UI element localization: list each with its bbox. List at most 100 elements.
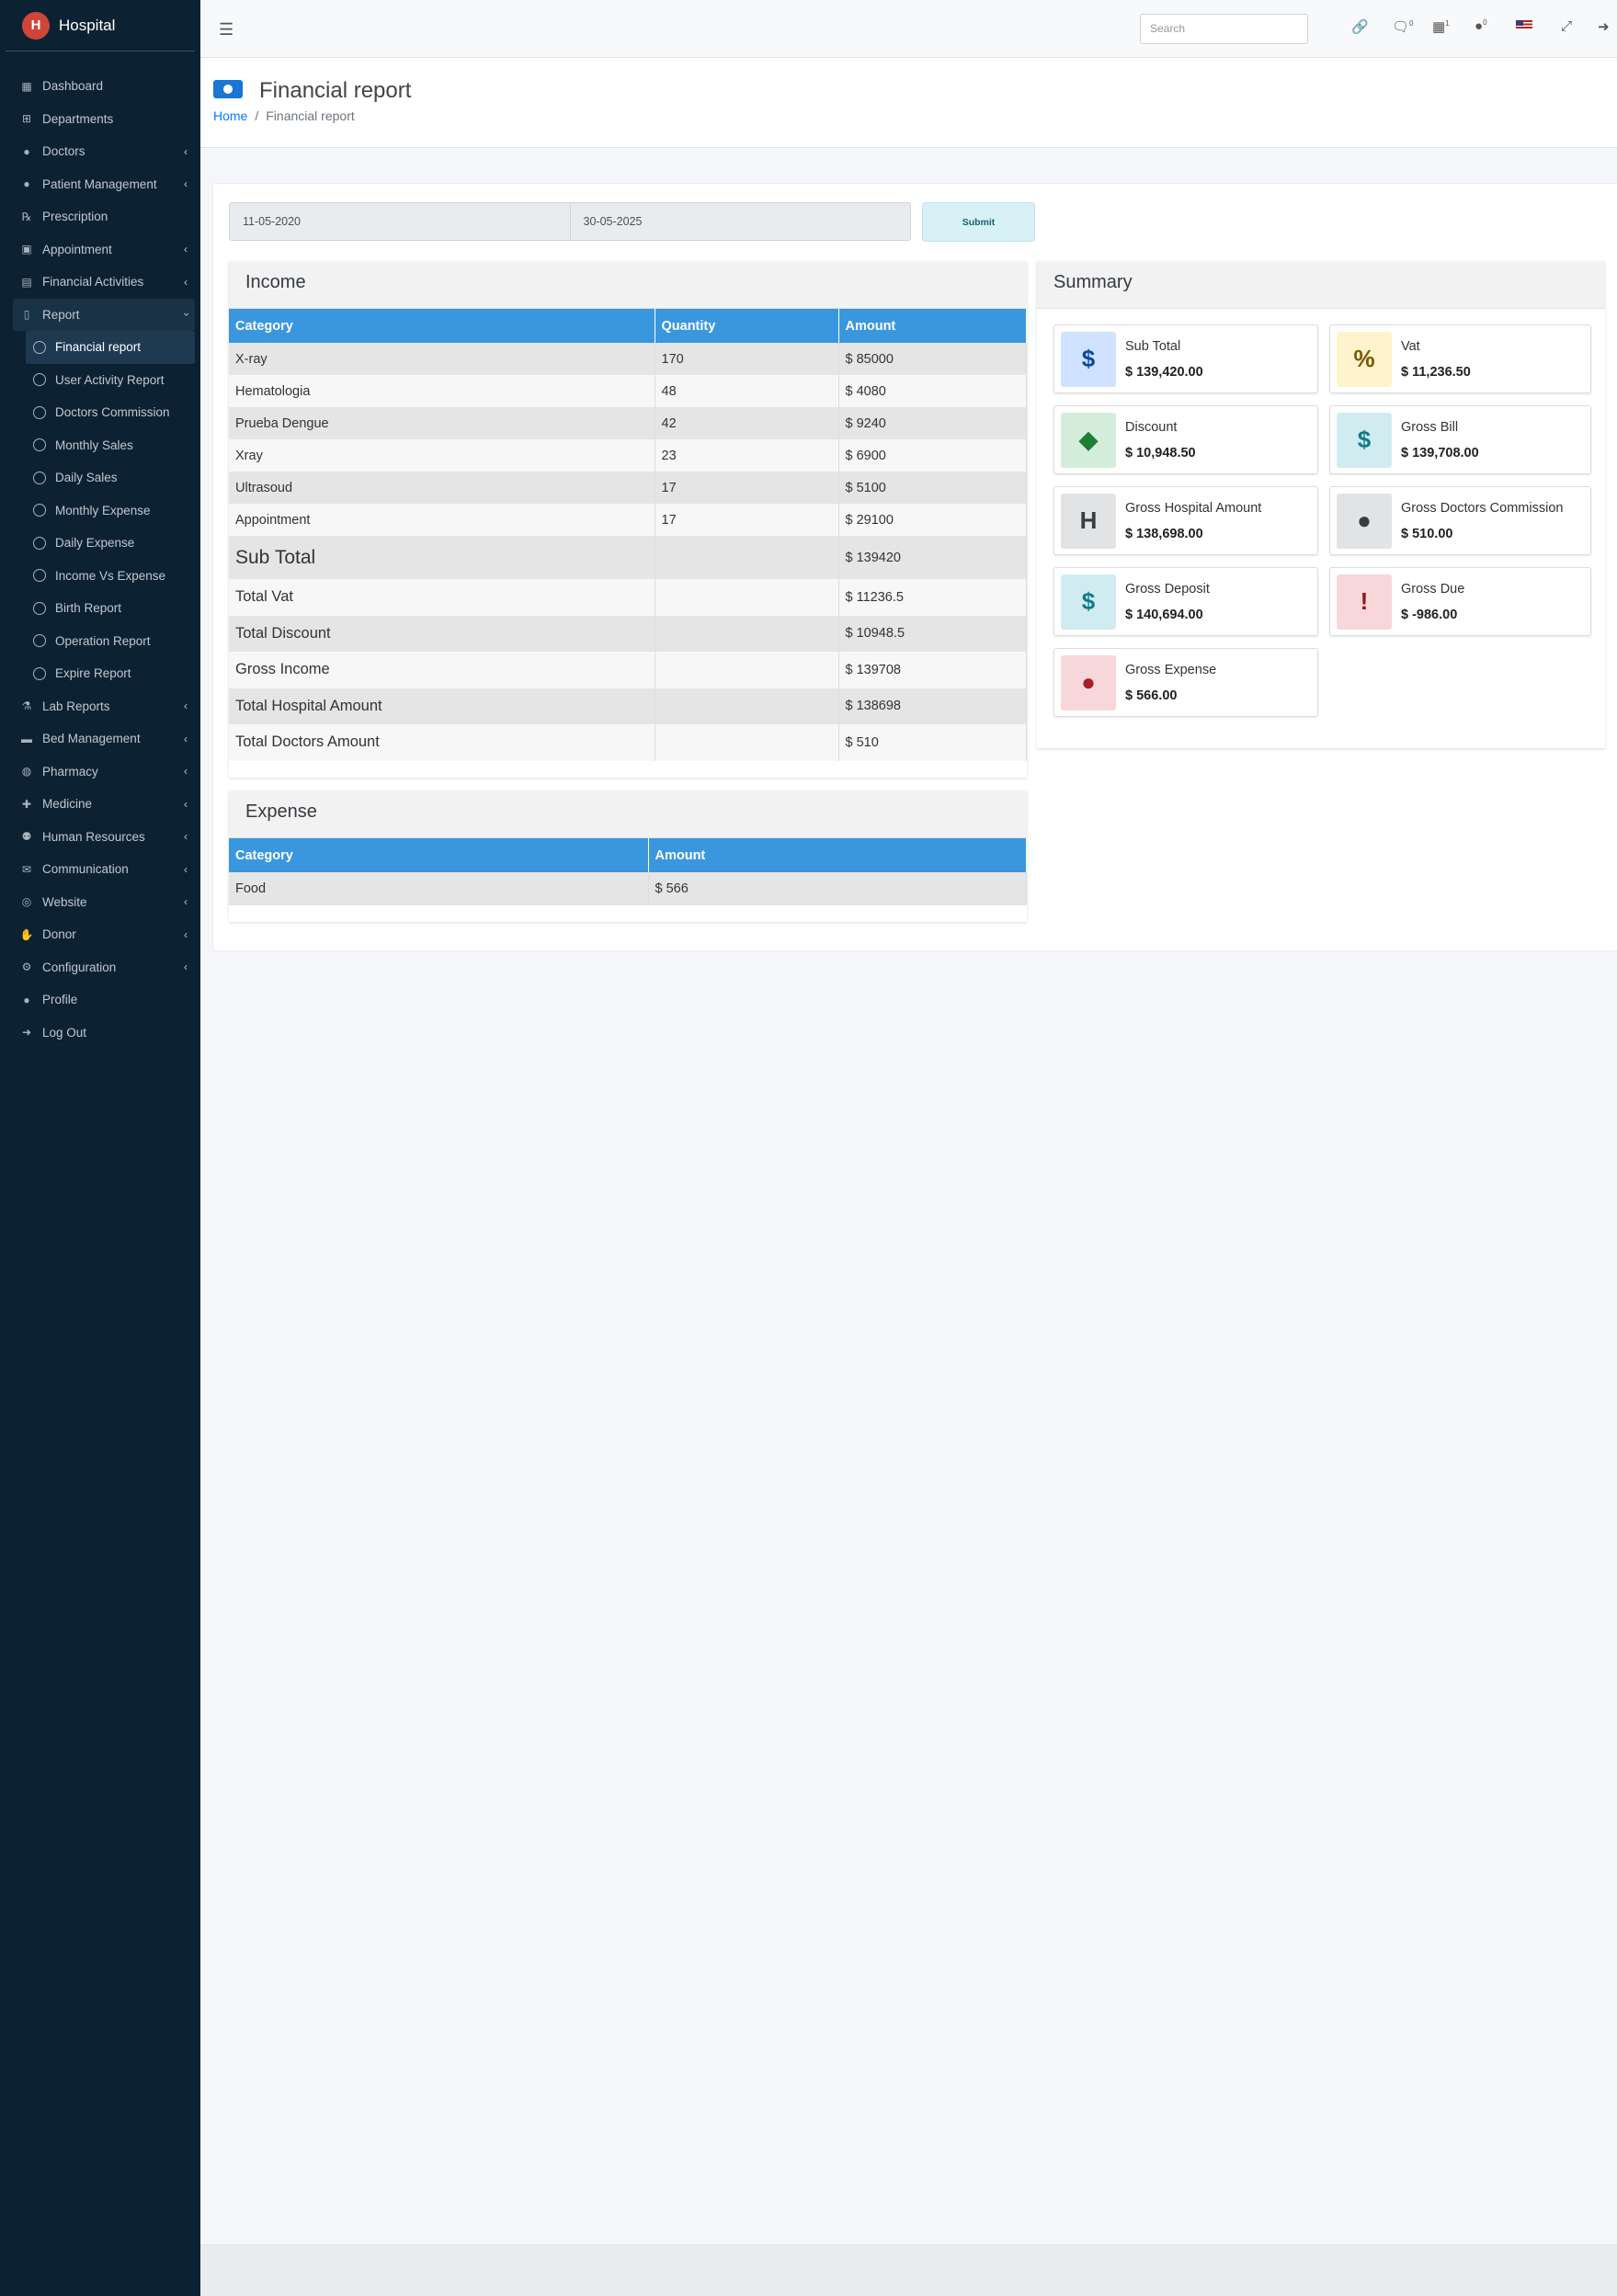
total-row: Total Hospital Amount $ 138698 bbox=[229, 688, 1027, 724]
income-panel: Income Category Quantity Amount X-ray 170 $ … bbox=[229, 261, 1027, 778]
summary-label: Gross Expense bbox=[1125, 662, 1217, 677]
sidebar: H Hospital ▦ Dashboard ⊞ Departments ● Doctor… bbox=[0, 0, 200, 2296]
sidebar-item-label: Communication bbox=[42, 862, 129, 877]
sidebar-item-appointment[interactable]: ▣ Appointment ‹ bbox=[0, 233, 200, 267]
user-badge: 0 bbox=[1483, 18, 1487, 27]
breadcrumb: Home / Financial report bbox=[213, 108, 355, 123]
user-md-icon: ● bbox=[1337, 493, 1392, 549]
sidebar-subitem-financial-report[interactable]: Financial report bbox=[26, 331, 195, 364]
sidebar-item-dashboard[interactable]: ▦ Dashboard bbox=[0, 70, 200, 103]
circle-icon bbox=[33, 438, 46, 452]
sidebar-item-website[interactable]: ◎ Website ‹ bbox=[0, 886, 200, 919]
income-title: Income bbox=[229, 261, 1027, 309]
comments-icon[interactable]: 🗨0 bbox=[1392, 18, 1414, 35]
sidebar-subitem-monthly-sales[interactable]: Monthly Sales bbox=[0, 429, 200, 462]
us-flag-icon[interactable] bbox=[1516, 20, 1532, 31]
date-to-input[interactable]: 30-05-2025 bbox=[569, 203, 911, 240]
sidebar-item-label: Pharmacy bbox=[42, 764, 98, 779]
sidebar-item-label: Donor bbox=[42, 927, 76, 942]
circle-icon bbox=[33, 666, 46, 680]
sidebar-subitem-income-vs-expense[interactable]: Income Vs Expense bbox=[0, 560, 200, 593]
sidebar-subitem-expire-report[interactable]: Expire Report bbox=[0, 657, 200, 690]
submit-button[interactable]: Submit bbox=[922, 202, 1035, 242]
sidebar-item-configuration[interactable]: ⚙ Configuration ‹ bbox=[0, 951, 200, 984]
sidebar-subitem-label: Monthly Sales bbox=[55, 438, 133, 452]
summary-label: Gross Doctors Commission bbox=[1401, 500, 1564, 516]
sidebar-item-profile[interactable]: ● Profile bbox=[0, 983, 200, 1017]
bed-icon: ▬ bbox=[21, 732, 32, 745]
money-bill-icon: $ bbox=[1061, 331, 1116, 387]
column-header: Amount bbox=[838, 309, 1027, 343]
percent-icon: % bbox=[1337, 331, 1392, 387]
summary-title: Summary bbox=[1037, 261, 1605, 309]
sidebar-item-doctors[interactable]: ● Doctors ‹ bbox=[0, 135, 200, 168]
topbar: ☰ Search 🔗 🗨0 ▦1 ●0 ⤢ ➜ bbox=[200, 0, 1617, 58]
user-icon[interactable]: ●0 bbox=[1475, 18, 1487, 34]
table-cell: $ 4080 bbox=[838, 375, 1027, 407]
summary-box-vat: % Vat $ 11,236.50 bbox=[1329, 324, 1591, 393]
sidebar-item-report[interactable]: ▯ Report ‹ bbox=[13, 298, 195, 331]
sidebar-subitem-birth-report[interactable]: Birth Report bbox=[0, 592, 200, 625]
sidebar-item-bed-management[interactable]: ▬ Bed Management ‹ bbox=[0, 722, 200, 756]
sidebar-item-label: Financial Activities bbox=[42, 275, 144, 290]
link-icon[interactable]: 🔗 bbox=[1351, 18, 1369, 35]
menu-toggle-icon[interactable]: ☰ bbox=[219, 20, 233, 40]
sidebar-subitem-user-activity-report[interactable]: User Activity Report bbox=[0, 364, 200, 397]
date-range: 11-05-2020 30-05-2025 bbox=[229, 202, 911, 241]
sidebar-item-prescription[interactable]: ℞ Prescription bbox=[0, 200, 200, 233]
sidebar-item-patient-management[interactable]: ● Patient Management ‹ bbox=[0, 168, 200, 201]
table-cell: $ 566 bbox=[648, 872, 1027, 905]
summary-text: Discount $ 10,948.50 bbox=[1125, 420, 1196, 460]
expand-icon[interactable]: ⤢ bbox=[1561, 18, 1572, 34]
sidebar-subitem-daily-expense[interactable]: Daily Expense bbox=[0, 527, 200, 560]
sitemap-icon: ⊞ bbox=[21, 112, 32, 126]
user-md-icon: ● bbox=[23, 144, 30, 158]
sidebar-item-pharmacy[interactable]: ◍ Pharmacy ‹ bbox=[0, 756, 200, 789]
calendar-check-icon: ▣ bbox=[21, 243, 32, 256]
sidebar-subitem-doctors-commission[interactable]: Doctors Commission bbox=[0, 396, 200, 429]
column-header: Amount bbox=[648, 838, 1027, 872]
tags-icon: ◆ bbox=[1061, 412, 1116, 468]
sidebar-subitem-monthly-expense[interactable]: Monthly Expense bbox=[0, 494, 200, 528]
summary-text: Gross Bill $ 139,708.00 bbox=[1401, 420, 1479, 460]
circle-icon bbox=[33, 569, 46, 583]
sidebar-item-log-out[interactable]: ➜ Log Out bbox=[0, 1017, 200, 1050]
user-icon: ● bbox=[23, 993, 30, 1006]
sidebar-item-human-resources[interactable]: ⚉ Human Resources ‹ bbox=[0, 821, 200, 854]
brand[interactable]: H Hospital bbox=[6, 0, 195, 51]
total-row: Sub Total $ 139420 bbox=[229, 536, 1027, 579]
sidebar-item-donor[interactable]: ✋ Donor ‹ bbox=[0, 918, 200, 951]
date-from-input[interactable]: 11-05-2020 bbox=[230, 203, 570, 240]
table-cell: Appointment bbox=[229, 504, 655, 536]
chevron-left-icon: ‹ bbox=[184, 699, 188, 713]
sidebar-subitem-operation-report[interactable]: Operation Report bbox=[0, 625, 200, 658]
sidebar-item-communication[interactable]: ✉ Communication ‹ bbox=[0, 853, 200, 886]
money-bill-icon bbox=[213, 80, 243, 98]
total-label: Total Discount bbox=[229, 615, 655, 652]
sign-out-icon[interactable]: ➜ bbox=[1598, 18, 1610, 35]
sidebar-item-financial-activities[interactable]: ▤ Financial Activities ‹ bbox=[0, 266, 200, 299]
prescription-icon: ℞ bbox=[21, 210, 32, 223]
comments-badge: 0 bbox=[1409, 19, 1414, 28]
sidebar-item-label: Profile bbox=[42, 993, 78, 1007]
table-row: Xray 23 $ 6900 bbox=[229, 439, 1027, 472]
sidebar-item-departments[interactable]: ⊞ Departments bbox=[0, 103, 200, 136]
sidebar-item-label: Prescription bbox=[42, 210, 108, 224]
summary-text: Vat $ 11,236.50 bbox=[1401, 339, 1471, 380]
money-badge: 1 bbox=[1445, 19, 1450, 28]
summary-label: Gross Due bbox=[1401, 581, 1465, 597]
money-icon[interactable]: ▦1 bbox=[1432, 18, 1450, 35]
table-row: Ultrasoud 17 $ 5100 bbox=[229, 472, 1027, 504]
chevron-left-icon: ‹ bbox=[184, 895, 188, 909]
sidebar-item-lab-reports[interactable]: ⚗ Lab Reports ‹ bbox=[0, 690, 200, 723]
sidebar-item-medicine[interactable]: ✚ Medicine ‹ bbox=[0, 788, 200, 821]
sign-out-icon: ➜ bbox=[21, 1026, 32, 1040]
sidebar-subitem-daily-sales[interactable]: Daily Sales bbox=[0, 461, 200, 494]
table-cell: Hematologia bbox=[229, 375, 655, 407]
chevron-left-icon: ‹ bbox=[184, 960, 188, 974]
search-input[interactable]: Search bbox=[1140, 14, 1308, 44]
chevron-left-icon: ‹ bbox=[184, 144, 188, 158]
footer bbox=[200, 2245, 1617, 2296]
breadcrumb-home-link[interactable]: Home bbox=[213, 108, 247, 123]
circle-icon bbox=[33, 536, 46, 550]
